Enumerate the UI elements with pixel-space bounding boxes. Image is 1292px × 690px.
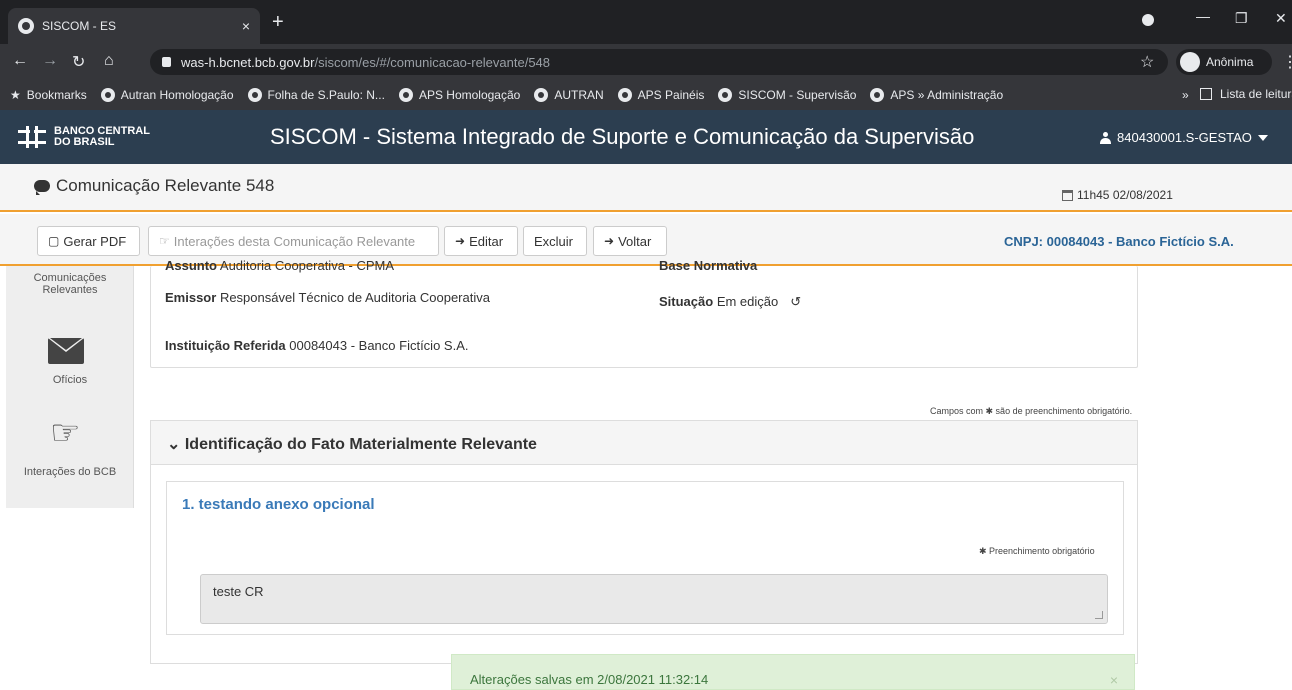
bcb-logo[interactable]: BANCO CENTRAL DO BRASIL [18,124,178,150]
pdf-file-icon: ▢ [48,234,60,248]
generate-pdf-button[interactable]: ▢ Gerar PDF [37,226,140,256]
arrow-circle-icon: ➜ [604,234,615,248]
globe-icon [718,88,733,102]
sidebar: Comunicações Relevantes Ofícios ☞ Intera… [6,266,134,508]
caret-down-icon [1257,134,1268,141]
close-toast-icon[interactable]: × [1110,672,1118,688]
bookmark-item[interactable]: SISCOM - Supervisão [718,88,856,102]
success-toast: Alterações salvas em 2/08/2021 11:32:14 … [451,654,1135,690]
chevron-down-icon: ⌄ [167,436,181,453]
incognito-icon [1180,52,1200,72]
interactions-button[interactable]: ☞ Interações desta Comunicação Relevante [148,226,439,256]
base-normativa-field: Base Normativa [659,258,758,273]
page-title-band: Comunicação Relevante 548 11h45 02/08/20… [0,164,1292,212]
bookmarks-bar: ★ Bookmarks Autran Homologação Folha de S… [0,80,1292,110]
user-menu[interactable]: 840430001.S-GESTAO [1100,130,1268,145]
globe-icon [18,18,34,34]
required-field-note: ✱ Preenchimento obrigatório [979,546,1095,556]
bookmark-item[interactable]: AUTRAN [534,88,604,102]
url-host: was-h.bcnet.bcb.gov.br [181,54,315,70]
user-name: 840430001.S-GESTAO [1117,130,1252,145]
section-body: 1. testando anexo opcional ✱ Preenchimen… [150,464,1138,664]
reload-icon[interactable]: ↻ [72,52,85,72]
lock-icon [162,57,171,67]
cnpj-label: CNPJ: 00084043 - Banco Fictício S.A. [1004,234,1234,249]
arrow-circle-icon: ➜ [455,234,466,248]
sidebar-item-oficios[interactable]: Ofícios [6,374,134,386]
bookmark-item[interactable]: APS Homologação [398,88,520,102]
answer-textarea[interactable]: teste CR [200,574,1108,624]
page-title: Comunicação Relevante 548 [34,176,274,196]
toast-message: Alterações salvas em 2/08/2021 11:32:14 [470,672,709,687]
edit-button[interactable]: ➜ Editar [444,226,518,256]
home-icon[interactable]: ⌂ [104,52,114,70]
forward-arrow-icon[interactable]: → [42,52,58,70]
delete-button[interactable]: Excluir [523,226,587,256]
globe-icon [617,88,632,102]
comment-icon [34,180,50,195]
assunto-field: Assunto Auditoria Cooperativa - CPMA [165,258,395,273]
envelope-icon[interactable] [48,338,84,364]
hand-pointer-icon[interactable]: ☞ [50,416,80,450]
back-arrow-icon[interactable]: ← [12,52,28,70]
tab-search-icon[interactable] [1142,14,1154,26]
profile-label: Anônima [1206,55,1254,69]
reading-list-button[interactable]: Lista de leitura [1200,87,1292,101]
minimize-icon[interactable]: — [1196,8,1210,24]
new-tab-button[interactable]: + [272,12,284,32]
browser-tab-bar: SISCOM - ES × + — ❐ ✕ [0,0,1292,44]
question-panel: 1. testando anexo opcional ✱ Preenchimen… [166,481,1124,635]
bookmark-item[interactable]: ★ Bookmarks [10,88,87,102]
star-icon: ★ [10,88,21,102]
bookmark-item[interactable]: Folha de S.Paulo: N... [247,88,385,102]
details-panel: Assunto Auditoria Cooperativa - CPMA Bas… [150,258,1138,368]
address-bar-row: ← → ↻ ⌂ was-h.bcnet.bcb.gov.br/siscom/es… [0,44,1292,80]
sidebar-item-comunicacoes[interactable]: Comunicações Relevantes [11,272,129,296]
bookmark-item[interactable]: APS Painéis [617,88,704,102]
url-path: /siscom/es/#/comunicacao-relevante/548 [314,54,551,70]
section-header[interactable]: ⌄ Identificação do Fato Materialmente Re… [150,420,1138,464]
reading-list-icon [1200,88,1212,100]
tab-title: SISCOM - ES [42,19,117,33]
question-title: 1. testando anexo opcional [182,496,375,513]
globe-icon [247,88,262,102]
calendar-icon [1062,189,1073,201]
profile-button[interactable]: Anônima [1176,49,1272,75]
close-window-icon[interactable]: ✕ [1275,10,1287,27]
app-header: BANCO CENTRAL DO BRASIL SISCOM - Sistema … [0,110,1292,164]
emissor-field: Emissor Responsável Técnico de Auditoria… [165,290,490,305]
app-title: SISCOM - Sistema Integrado de Suporte e … [270,124,975,149]
back-button[interactable]: ➜ Voltar [593,226,667,256]
history-icon[interactable]: ↺ [790,294,801,310]
browser-tab[interactable]: SISCOM - ES × [8,8,260,44]
url-input[interactable]: was-h.bcnet.bcb.gov.br/siscom/es/#/comun… [150,49,1168,75]
logo-line-2: DO BRASIL [54,136,115,148]
instituicao-field: Instituição Referida 00084043 - Banco Fi… [165,338,469,353]
resize-handle-icon[interactable] [1095,611,1103,619]
user-icon [1100,131,1111,144]
bookmark-star-icon[interactable]: ☆ [1140,52,1154,72]
maximize-icon[interactable]: ❐ [1235,10,1248,27]
page-datetime: 11h45 02/08/2021 [1062,188,1173,202]
bookmark-item[interactable]: APS » Administração [870,88,1003,102]
required-fields-note: Campos com ✱ são de preenchimento obriga… [930,406,1133,416]
section-title: ⌄ Identificação do Fato Materialmente Re… [167,436,537,453]
globe-icon [534,88,549,102]
bcb-logo-icon [18,126,48,148]
menu-icon[interactable]: ⋮ [1282,52,1292,72]
bookmark-item[interactable]: Autran Homologação [100,88,234,102]
globe-icon [100,88,115,102]
sidebar-item-interacoes[interactable]: Interações do BCB [6,466,134,478]
hand-pointer-icon: ☞ [159,234,170,248]
globe-icon [870,88,885,102]
globe-icon [398,88,413,102]
close-tab-icon[interactable]: × [242,18,250,34]
situacao-field: Situação Em edição ↺ [659,294,802,310]
more-bookmarks-icon[interactable]: » [1182,88,1189,102]
